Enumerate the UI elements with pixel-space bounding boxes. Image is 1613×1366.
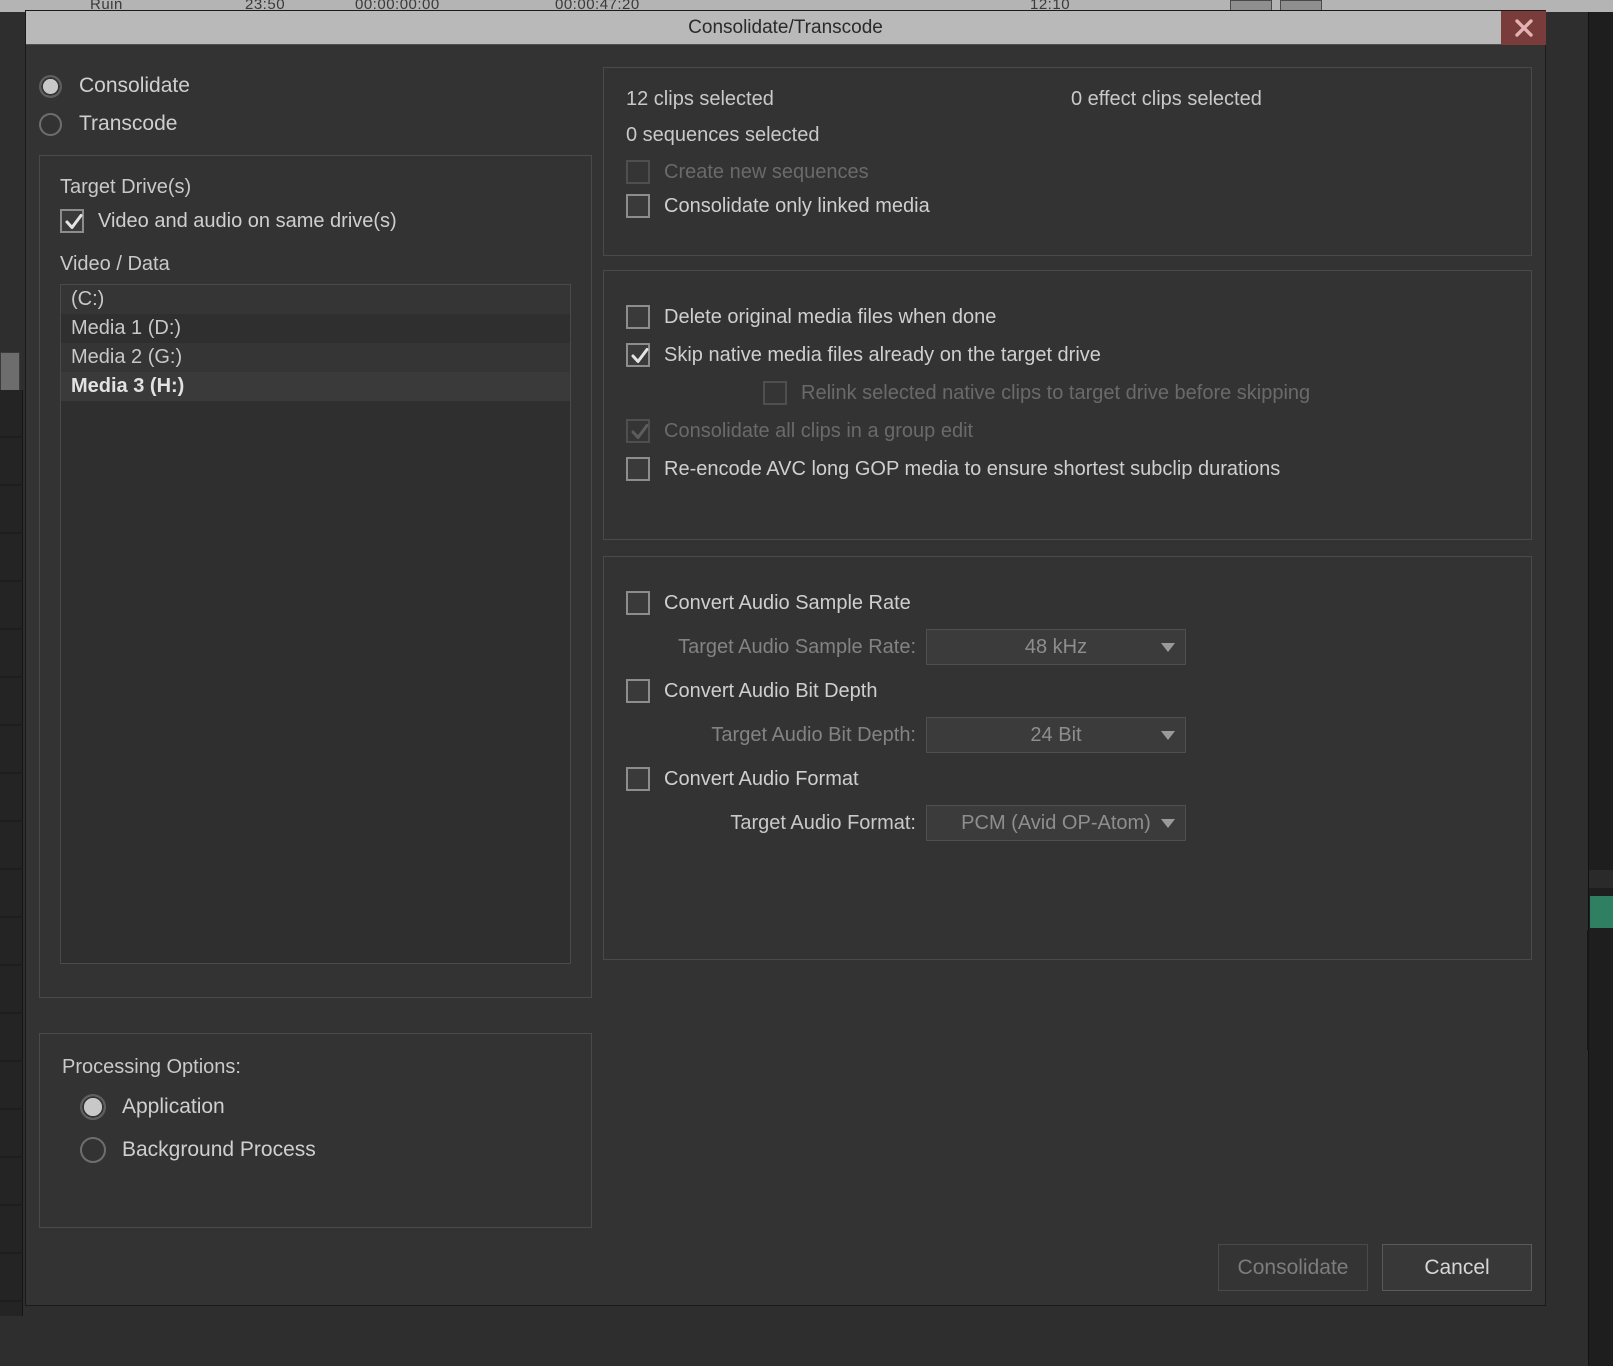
processing-options-panel: Processing Options: Application Backgroun… <box>39 1033 592 1228</box>
target-sample-rate-label: Target Audio Sample Rate: <box>626 636 916 659</box>
drive-list-item[interactable]: Media 1 (D:) <box>61 314 570 343</box>
convert-audio-format-checkbox[interactable] <box>626 767 650 791</box>
consolidate-option-0-label: Delete original media files when done <box>664 306 996 329</box>
target-bit-depth-select[interactable]: 24 Bit <box>926 717 1186 753</box>
consolidate-option-2-label: Relink selected native clips to target d… <box>801 382 1310 405</box>
mode-radio-group: Consolidate Transcode <box>39 67 592 143</box>
cancel-button[interactable]: Cancel <box>1382 1244 1532 1291</box>
selection-summary-panel: 12 clips selected 0 effect clips selecte… <box>603 67 1532 256</box>
target-drives-panel: Target Drive(s) Video and audio on same … <box>39 155 592 998</box>
processing-option-1-radio[interactable] <box>80 1137 106 1163</box>
create-new-sequences-label: Create new sequences <box>664 161 869 184</box>
background-right-row <box>1589 870 1613 888</box>
drive-list-item[interactable]: Media 3 (H:) <box>61 372 570 401</box>
convert-bit-depth-row[interactable]: Convert Audio Bit Depth <box>626 679 1509 703</box>
target-sample-rate-select[interactable]: 48 kHz <box>926 629 1186 665</box>
mode-option-1-row[interactable]: Transcode <box>39 105 592 143</box>
effect-clips-selected-count: 0 effect clips selected <box>1071 88 1262 111</box>
target-sample-rate-row: Target Audio Sample Rate: 48 kHz <box>626 629 1509 665</box>
mode-option-0-label: Consolidate <box>79 74 190 98</box>
background-timeline-track-strip <box>0 390 23 1316</box>
consolidate-button[interactable]: Consolidate <box>1218 1244 1368 1291</box>
processing-radio-group: Application Background Process <box>62 1085 569 1171</box>
selection-counts-row-1: 12 clips selected 0 effect clips selecte… <box>626 88 1509 111</box>
background-left-panel-header <box>0 352 20 392</box>
chevron-down-icon <box>1161 731 1175 740</box>
right-column: 12 clips selected 0 effect clips selecte… <box>603 67 1532 1306</box>
background-right-panel <box>1589 12 1613 1366</box>
create-new-sequences-checkbox <box>626 160 650 184</box>
target-audio-format-select[interactable]: PCM (Avid OP-Atom) <box>926 805 1186 841</box>
convert-audio-format-row[interactable]: Convert Audio Format <box>626 767 1509 791</box>
target-audio-format-row: Target Audio Format: PCM (Avid OP-Atom) <box>626 805 1509 841</box>
create-new-sequences-row: Create new sequences <box>626 160 1509 184</box>
consolidate-only-linked-row[interactable]: Consolidate only linked media <box>626 194 1509 218</box>
dialog-title: Consolidate/Transcode <box>688 17 883 39</box>
target-audio-format-value: PCM (Avid OP-Atom) <box>961 812 1151 835</box>
same-drive-checkbox[interactable] <box>60 209 84 233</box>
target-sample-rate-value: 48 kHz <box>1025 636 1087 659</box>
audio-conversion-panel: Convert Audio Sample Rate Target Audio S… <box>603 556 1532 960</box>
mode-option-0-row[interactable]: Consolidate <box>39 67 592 105</box>
same-drive-label: Video and audio on same drive(s) <box>98 210 397 233</box>
same-drive-checkbox-row[interactable]: Video and audio on same drive(s) <box>60 209 571 233</box>
consolidate-option-0-row[interactable]: Delete original media files when done <box>626 305 1509 329</box>
consolidate-option-2-row: Relink selected native clips to target d… <box>626 381 1509 405</box>
convert-bit-depth-checkbox[interactable] <box>626 679 650 703</box>
consolidate-option-1-row[interactable]: Skip native media files already on the t… <box>626 343 1509 367</box>
consolidate-only-linked-checkbox[interactable] <box>626 194 650 218</box>
background-timeline-clip <box>1590 896 1613 928</box>
processing-option-0-row[interactable]: Application <box>62 1085 569 1128</box>
drive-list-item[interactable]: Media 2 (G:) <box>61 343 570 372</box>
consolidate-option-4-checkbox[interactable] <box>626 457 650 481</box>
dialog-footer: Consolidate Cancel <box>1218 1244 1532 1291</box>
convert-sample-rate-label: Convert Audio Sample Rate <box>664 592 911 615</box>
left-column: Consolidate Transcode Target Drive(s) Vid… <box>39 67 592 1306</box>
dialog-body: Consolidate Transcode Target Drive(s) Vid… <box>26 45 1545 1306</box>
consolidate-option-1-checkbox[interactable] <box>626 343 650 367</box>
convert-audio-format-label: Convert Audio Format <box>664 768 859 791</box>
consolidate-option-3-checkbox <box>626 419 650 443</box>
dialog-titlebar[interactable]: Consolidate/Transcode <box>26 11 1545 45</box>
convert-bit-depth-label: Convert Audio Bit Depth <box>664 680 877 703</box>
selection-counts-row-2: 0 sequences selected <box>626 124 1509 147</box>
mode-option-0-radio[interactable] <box>39 75 62 98</box>
close-icon[interactable] <box>1501 11 1546 45</box>
target-bit-depth-value: 24 Bit <box>1030 724 1081 747</box>
target-audio-format-label: Target Audio Format: <box>626 812 916 835</box>
consolidate-option-4-label: Re-encode AVC long GOP media to ensure s… <box>664 458 1280 481</box>
target-bit-depth-label: Target Audio Bit Depth: <box>626 724 916 747</box>
convert-sample-rate-checkbox[interactable] <box>626 591 650 615</box>
target-drives-heading: Target Drive(s) <box>60 176 571 199</box>
consolidate-option-3-label: Consolidate all clips in a group edit <box>664 420 973 443</box>
processing-options-heading: Processing Options: <box>62 1056 569 1079</box>
mode-option-1-label: Transcode <box>79 112 177 136</box>
consolidate-transcode-dialog: Consolidate/Transcode Consolidate Transco… <box>25 10 1546 1306</box>
consolidate-only-linked-label: Consolidate only linked media <box>664 195 930 218</box>
drive-list-item[interactable]: (C:) <box>61 285 570 314</box>
consolidate-option-4-row[interactable]: Re-encode AVC long GOP media to ensure s… <box>626 457 1509 481</box>
consolidate-option-3-row: Consolidate all clips in a group edit <box>626 419 1509 443</box>
target-bit-depth-row: Target Audio Bit Depth: 24 Bit <box>626 717 1509 753</box>
processing-option-1-label: Background Process <box>122 1138 316 1162</box>
processing-option-0-label: Application <box>122 1095 225 1119</box>
processing-option-0-radio[interactable] <box>80 1094 106 1120</box>
consolidate-option-1-label: Skip native media files already on the t… <box>664 344 1101 367</box>
video-data-label: Video / Data <box>60 253 571 276</box>
background-right-line <box>1587 930 1589 1050</box>
clips-selected-count: 12 clips selected <box>626 88 1071 111</box>
drive-list[interactable]: (C:)Media 1 (D:)Media 2 (G:)Media 3 (H:) <box>60 284 571 964</box>
mode-option-1-radio[interactable] <box>39 113 62 136</box>
chevron-down-icon <box>1161 819 1175 828</box>
consolidate-options-panel: Delete original media files when done Ski… <box>603 270 1532 540</box>
consolidate-option-0-checkbox[interactable] <box>626 305 650 329</box>
consolidate-option-2-checkbox <box>763 381 787 405</box>
convert-sample-rate-row[interactable]: Convert Audio Sample Rate <box>626 591 1509 615</box>
sequences-selected-count: 0 sequences selected <box>626 124 1071 147</box>
chevron-down-icon <box>1161 643 1175 652</box>
processing-option-1-row[interactable]: Background Process <box>62 1128 569 1171</box>
